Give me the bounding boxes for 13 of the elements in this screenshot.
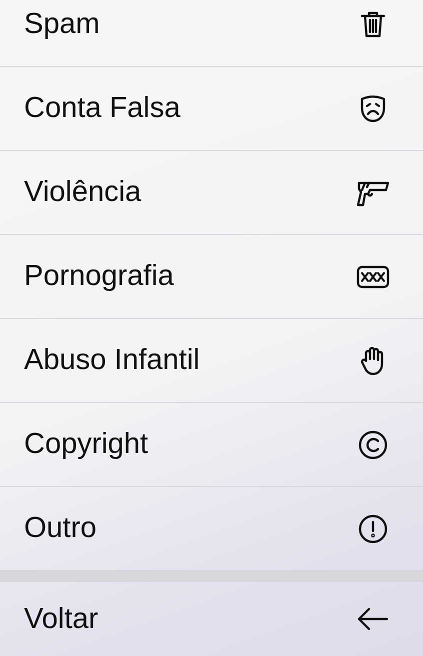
menu-item[interactable]: Violência [0, 151, 423, 235]
sad-mask-icon [358, 94, 388, 124]
xxx-label-icon [356, 264, 390, 290]
menu-item[interactable]: Abuso Infantil [0, 319, 423, 403]
menu-item[interactable]: Copyright [0, 403, 423, 487]
copyright-icon [358, 430, 388, 460]
warning-icon [358, 514, 388, 544]
menu-item[interactable]: Outro [0, 487, 423, 570]
menu-item[interactable]: Conta Falsa [0, 67, 423, 151]
menu-item[interactable]: Pornografia [0, 235, 423, 319]
back-menu-item[interactable]: Voltar [0, 582, 423, 656]
trash-icon [358, 10, 388, 40]
menu-item[interactable]: Spam [0, 0, 423, 67]
